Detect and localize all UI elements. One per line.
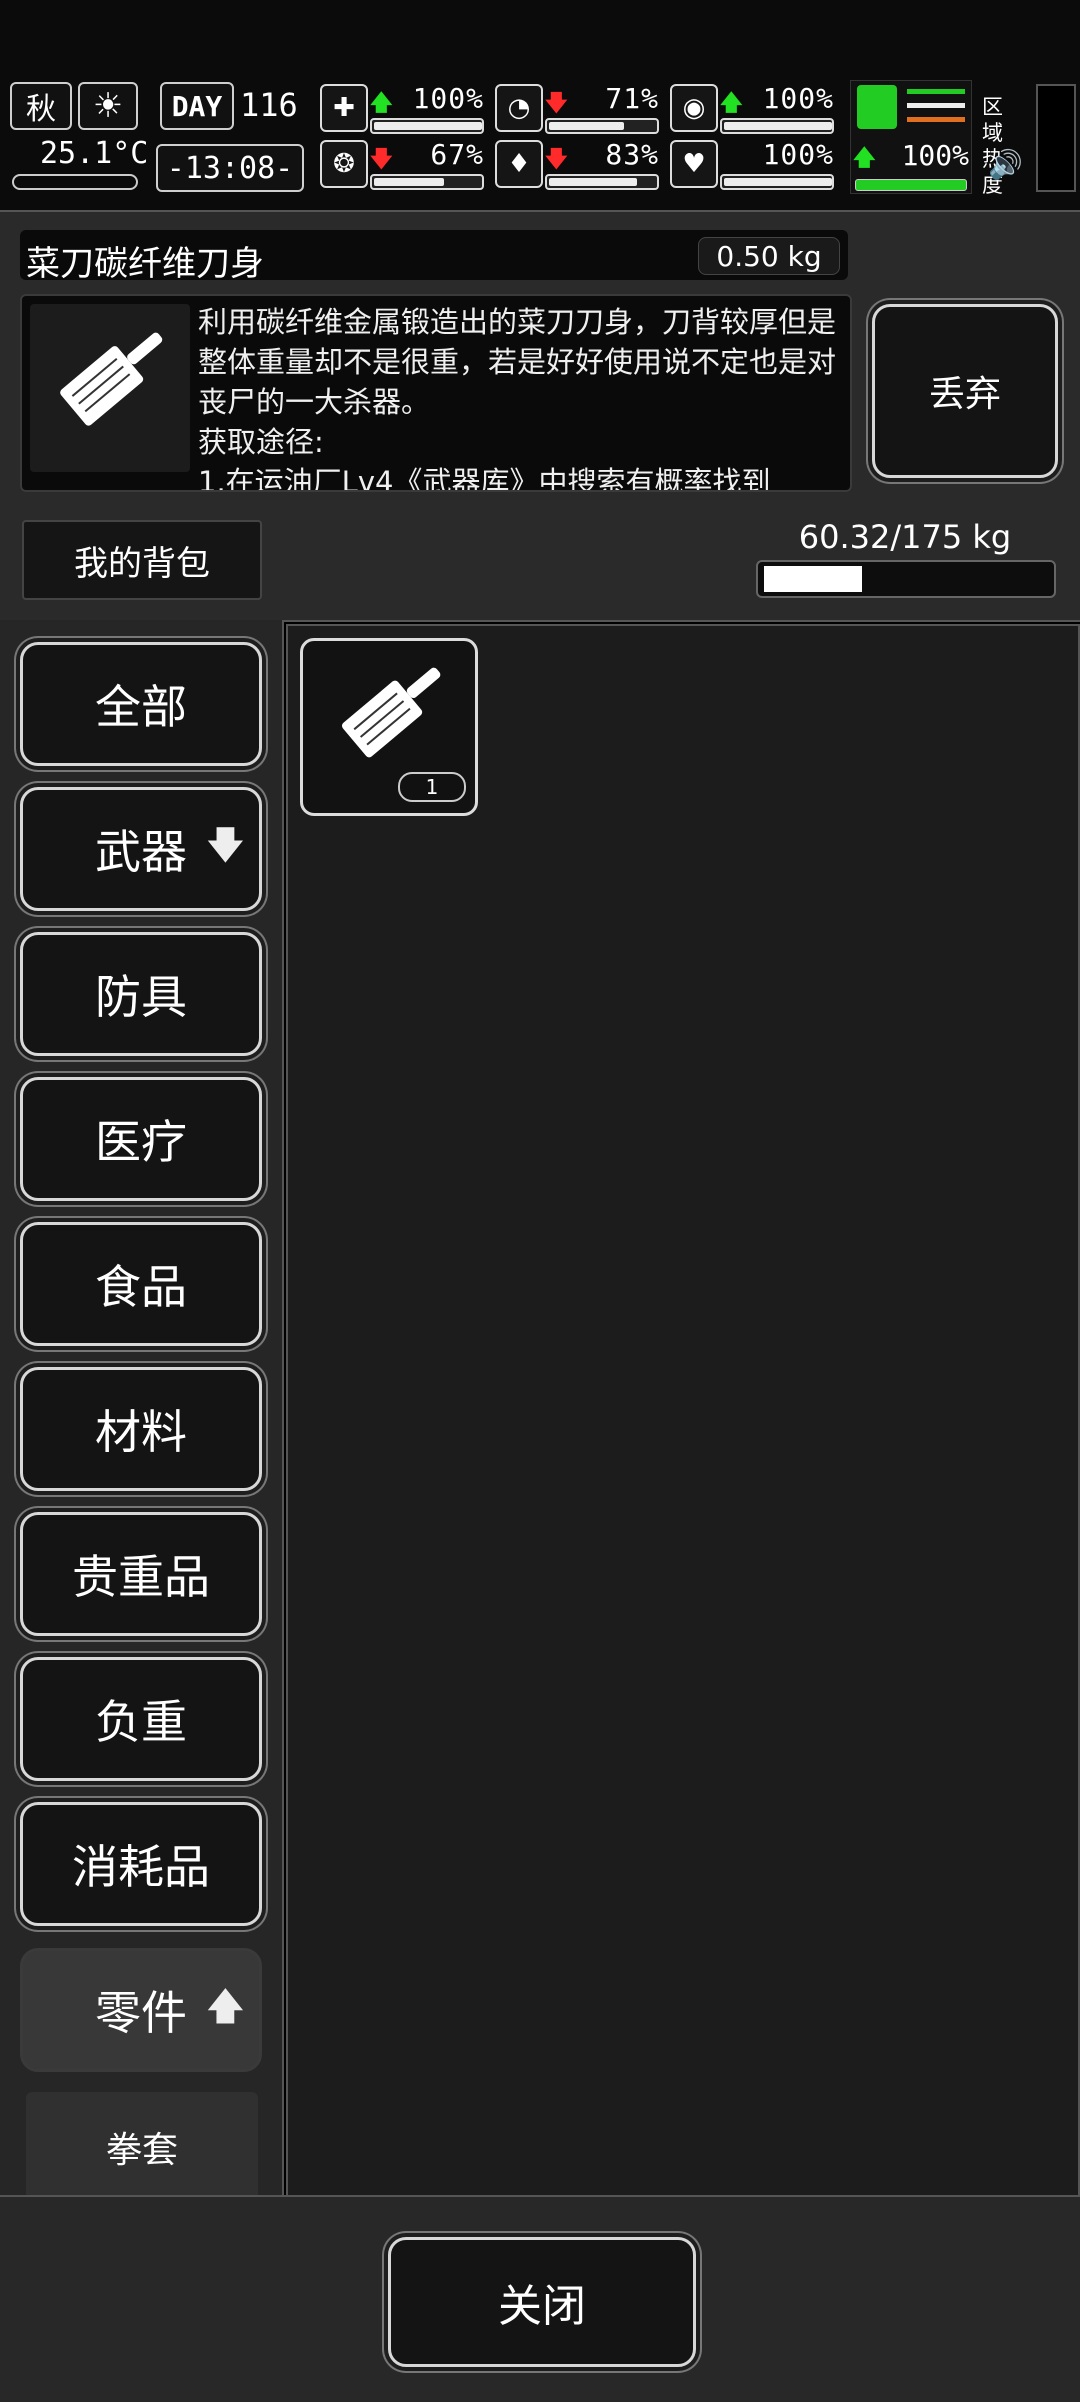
stat-bar bbox=[720, 118, 834, 134]
close-button[interactable]: 关闭 bbox=[388, 2237, 696, 2367]
sun-icon: ☀ bbox=[78, 82, 138, 130]
stat-value: 71% bbox=[605, 82, 659, 115]
stat-value: 100% bbox=[762, 138, 834, 171]
stat-bar bbox=[545, 174, 659, 190]
category-label: 防具 bbox=[95, 970, 187, 1024]
heart-stat: ♥ 100% bbox=[670, 138, 840, 190]
close-label: 关闭 bbox=[498, 2281, 586, 2332]
day-badge: DAY bbox=[160, 82, 234, 130]
discard-button[interactable]: 丢弃 bbox=[872, 304, 1058, 478]
season-badge: 秋 bbox=[10, 82, 72, 130]
footer: 关闭 bbox=[0, 2195, 1080, 2402]
clock: -13:08- bbox=[156, 144, 304, 192]
stat-value: 100% bbox=[762, 82, 834, 115]
category-all-button[interactable]: 全部 bbox=[20, 642, 262, 766]
zone-heat-meter bbox=[1036, 84, 1076, 192]
trend-up-icon: 🡅 bbox=[853, 146, 876, 171]
medkit-icon: ✚ bbox=[320, 84, 368, 132]
obtain-label: 获取途径: bbox=[198, 425, 324, 459]
category-label: 医疗 bbox=[95, 1115, 187, 1169]
health-stat: ✚ 🡅 100% bbox=[320, 82, 490, 134]
category-parts-button[interactable]: 零件 🡅 bbox=[20, 1948, 262, 2072]
category-valuables-button[interactable]: 贵重品 bbox=[20, 1512, 262, 1636]
boot-icon bbox=[857, 85, 897, 129]
category-weapons-button[interactable]: 武器 🡇 bbox=[20, 787, 262, 911]
category-label: 材料 bbox=[95, 1405, 187, 1459]
item-detail-panel: 菜刀碳纤维刀身 0.50 kg 利用碳纤维金属锻造出的菜刀刀身，刀背较厚但是整体… bbox=[0, 210, 1080, 504]
thermometer-icon bbox=[12, 174, 138, 190]
stomach-icon: ◔ bbox=[495, 84, 543, 132]
stat-value: 67% bbox=[430, 138, 484, 171]
stat-value: 100% bbox=[412, 82, 484, 115]
stat-value: 83% bbox=[605, 138, 659, 171]
mask-stat: ◉ 🡅 100% bbox=[670, 82, 840, 134]
category-carry-button[interactable]: 负重 bbox=[20, 1657, 262, 1781]
season-label: 秋 bbox=[26, 92, 56, 127]
sanity-stat: ❂ 🡇 67% bbox=[320, 138, 490, 190]
time-label: -13:08- bbox=[166, 150, 294, 186]
category-food-button[interactable]: 食品 bbox=[20, 1222, 262, 1346]
category-label: 贵重品 bbox=[72, 1550, 210, 1604]
item-description-text: 利用碳纤维金属锻造出的菜刀刀身，刀背较厚但是整体重量却不是很重，若是好好使用说不… bbox=[198, 305, 837, 419]
inventory-grid bbox=[286, 624, 1080, 2198]
item-description: 利用碳纤维金属锻造出的菜刀刀身，刀背较厚但是整体重量却不是很重，若是好好使用说不… bbox=[198, 302, 838, 492]
category-medical-button[interactable]: 医疗 bbox=[20, 1077, 262, 1201]
day-number: 116 bbox=[240, 86, 298, 124]
bag-capacity-fill bbox=[764, 566, 862, 592]
category-materials-button[interactable]: 材料 bbox=[20, 1367, 262, 1491]
stat-bar bbox=[370, 118, 484, 134]
slot-count: 1 bbox=[425, 775, 439, 799]
bag-title-label: 我的背包 bbox=[74, 543, 210, 584]
category-label: 零件 bbox=[95, 1986, 187, 2040]
category-label: 消耗品 bbox=[72, 1840, 210, 1894]
bag-capacity-bar bbox=[756, 560, 1056, 598]
arrow-down-icon: 🡇 bbox=[205, 822, 245, 867]
zone-heat-label: 区域 热度 bbox=[982, 95, 1003, 197]
mask-icon: ◉ bbox=[670, 84, 718, 132]
bag-capacity-text: 60.32/175 kg bbox=[798, 518, 1012, 556]
stat-bar bbox=[545, 118, 659, 134]
item-description-box[interactable]: 利用碳纤维金属锻造出的菜刀刀身，刀背较厚但是整体重量却不是很重，若是好好使用说不… bbox=[20, 294, 852, 492]
category-label: 食品 bbox=[95, 1260, 187, 1314]
status-bar: 秋 ☀ 25.1°C DAY 116 -13:08- ✚ 🡅 100% ◔ 🡇 … bbox=[0, 0, 1080, 210]
hunger-stat: ◔ 🡇 71% bbox=[495, 82, 665, 134]
speaker-icon[interactable]: 🔊 bbox=[988, 148, 1023, 181]
category-label: 负重 bbox=[95, 1695, 187, 1749]
stamina-panel: 🡅 100% bbox=[850, 80, 972, 194]
temperature: 25.1°C bbox=[40, 136, 149, 171]
category-label: 全部 bbox=[95, 680, 187, 734]
brain-icon: ❂ bbox=[320, 140, 368, 188]
stat-bar bbox=[720, 174, 834, 190]
category-label: 武器 bbox=[95, 825, 187, 879]
obtain-line: 1.在运油厂Lv4《武器库》中搜索有概率找到 bbox=[198, 465, 771, 492]
subcategory-gloves-button[interactable]: 拳套 bbox=[26, 2092, 258, 2195]
heart-icon: ♥ bbox=[670, 140, 718, 188]
bag-title: 我的背包 bbox=[22, 520, 262, 600]
thirst-stat: ♦ 🡇 83% bbox=[495, 138, 665, 190]
category-sidebar[interactable]: 全部 武器 🡇 防具 医疗 食品 材料 贵重品 负重 消耗品 零件 🡅 拳套 bbox=[0, 620, 284, 2195]
stamina-bar bbox=[855, 179, 967, 191]
discard-label: 丢弃 bbox=[928, 374, 1001, 415]
day-label: DAY bbox=[171, 89, 223, 123]
water-drop-icon: ♦ bbox=[495, 140, 543, 188]
stamina-value: 100% bbox=[901, 139, 969, 172]
slot-count-badge: 1 bbox=[398, 772, 466, 802]
category-label: 拳套 bbox=[105, 2130, 178, 2171]
category-armor-button[interactable]: 防具 bbox=[20, 932, 262, 1056]
cleaver-icon bbox=[30, 304, 190, 472]
item-name: 菜刀碳纤维刀身 bbox=[26, 244, 264, 284]
category-consumables-button[interactable]: 消耗品 bbox=[20, 1802, 262, 1926]
stat-bar bbox=[370, 174, 484, 190]
item-weight: 0.50 kg bbox=[698, 237, 840, 275]
arrow-up-icon: 🡅 bbox=[205, 1983, 245, 2028]
item-weight-value: 0.50 kg bbox=[716, 239, 822, 273]
